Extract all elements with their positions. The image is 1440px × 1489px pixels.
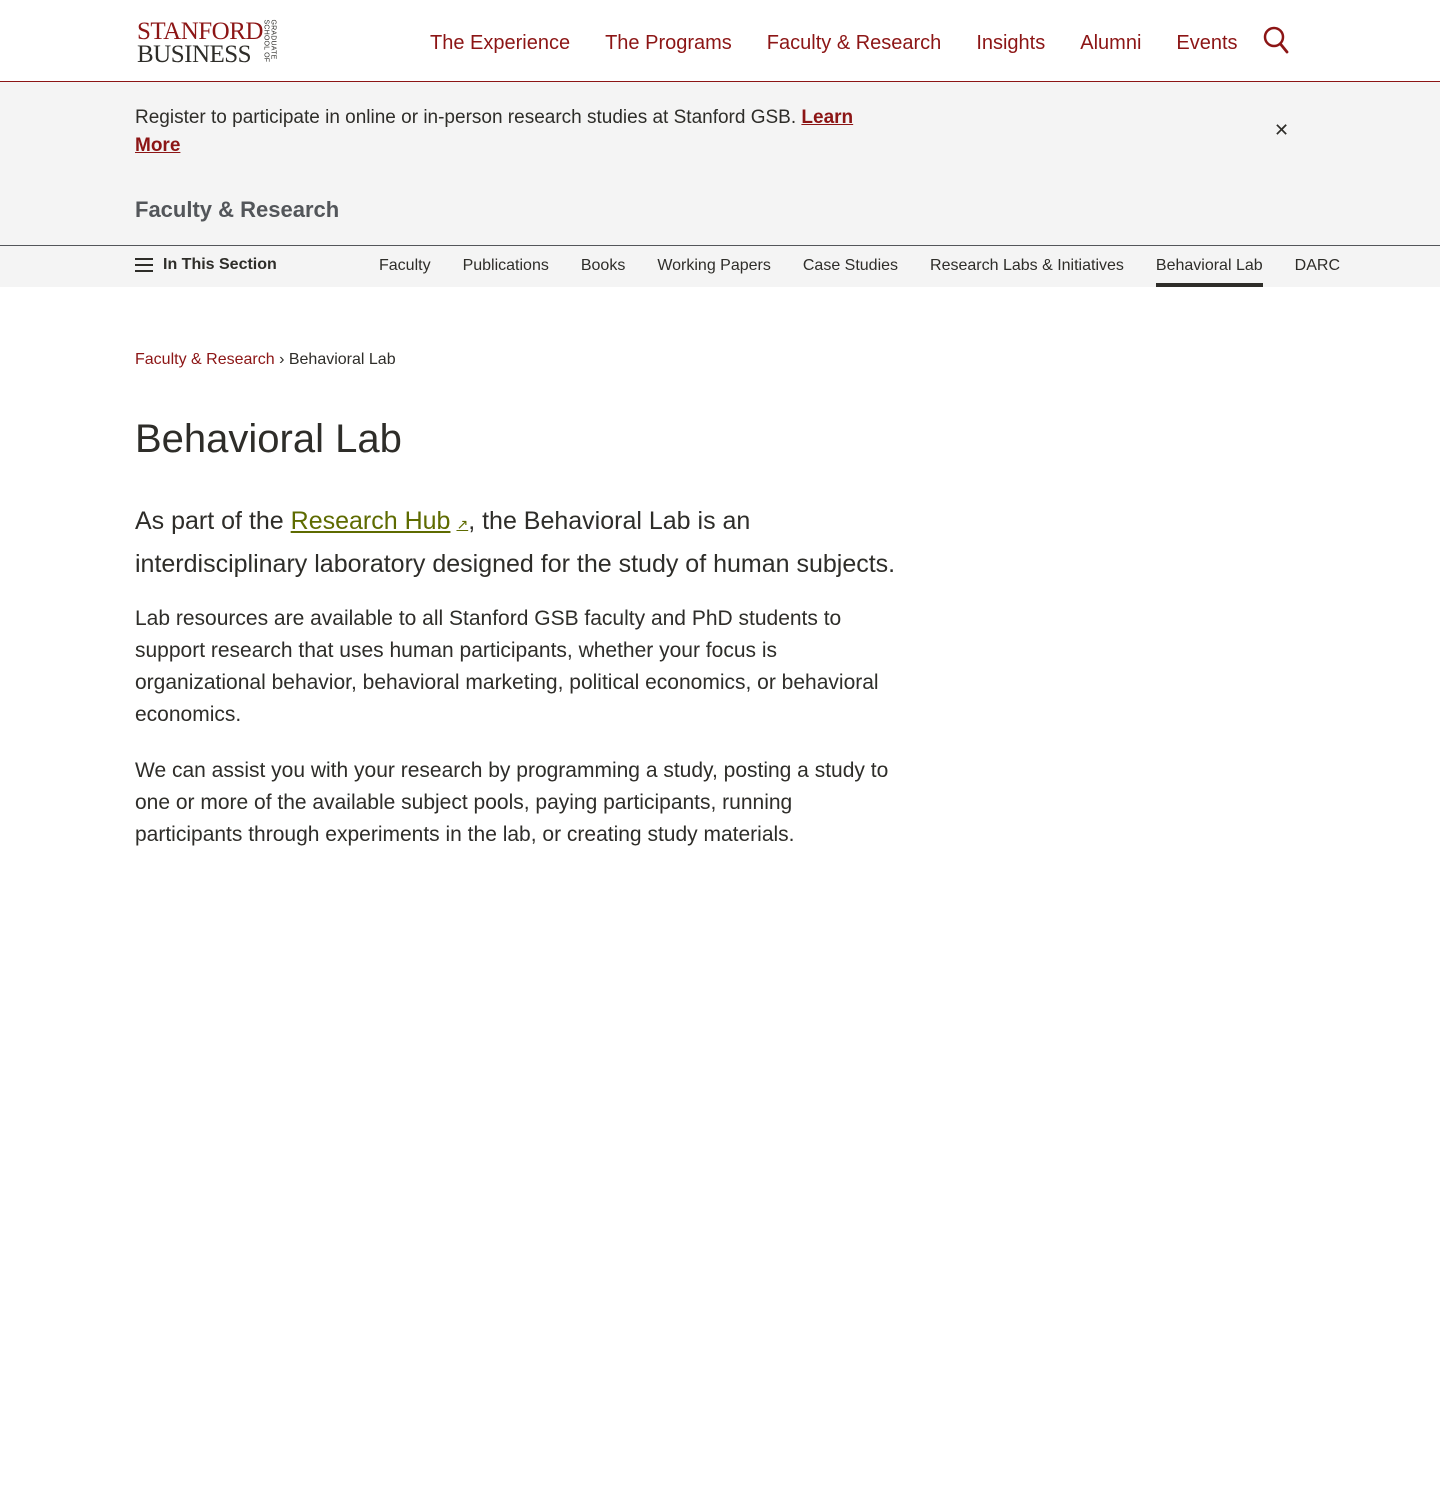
close-icon[interactable]: ✕: [1274, 120, 1289, 140]
subnav-item-faculty[interactable]: Faculty: [379, 246, 431, 287]
logo-line-stanford: STANFORD: [137, 18, 263, 45]
logo-vertical-line1: GRADUATE: [269, 19, 277, 60]
notice-text: Register to participate in online or in-…: [135, 104, 875, 160]
subnav-item-behavioral-lab[interactable]: Behavioral Lab: [1155, 246, 1263, 287]
nav-alumni[interactable]: Alumni: [1080, 30, 1141, 56]
breadcrumb-parent-link[interactable]: Faculty & Research: [135, 351, 275, 368]
research-notice-banner: Register to participate in online or in-…: [0, 82, 1440, 246]
hamburger-menu-icon: [135, 258, 153, 272]
research-hub-link[interactable]: Research Hub: [291, 507, 451, 535]
subnav-item-darc[interactable]: DARC: [1295, 246, 1340, 287]
body-paragraph-1: Lab resources are available to all Stanf…: [135, 607, 879, 726]
site-header: STANFORD BUSINESS GRADUATE SCHOOL OF The…: [0, 0, 1440, 82]
lead-paragraph: As part of the Research Hub ↗, the Behavi…: [135, 501, 905, 584]
subnav-item-case-studies[interactable]: Case Studies: [803, 246, 898, 287]
nav-the-experience[interactable]: The Experience: [430, 30, 570, 56]
logo-vertical-text: GRADUATE SCHOOL OF: [262, 19, 280, 67]
nav-faculty-research[interactable]: Faculty & Research: [767, 30, 942, 56]
nav-the-programs[interactable]: The Programs: [605, 30, 732, 56]
logo-line-business: BUSINESS: [137, 41, 252, 68]
lead-prefix: As part of the: [135, 507, 284, 535]
logo-wordmark: STANFORD BUSINESS: [137, 18, 263, 68]
logo-vertical-line2: SCHOOL OF: [262, 19, 270, 63]
subnav-item-research-labs[interactable]: Research Labs & Initiatives: [930, 246, 1124, 287]
external-link-icon: ↗: [456, 516, 469, 532]
stanford-gsb-logo[interactable]: STANFORD BUSINESS GRADUATE SCHOOL OF: [137, 18, 280, 68]
subnav-item-working-papers[interactable]: Working Papers: [657, 246, 771, 287]
subnav-item-publications[interactable]: Publications: [463, 246, 549, 287]
breadcrumb: Faculty & Research › Behavioral Lab: [135, 349, 396, 371]
breadcrumb-separator: ›: [279, 351, 285, 368]
in-this-section-label: In This Section: [163, 256, 277, 273]
search-icon[interactable]: [1262, 25, 1290, 55]
subnav-items: Faculty Publications Books Working Paper…: [379, 246, 1372, 287]
body-paragraph-2: We can assist you with your research by …: [135, 759, 889, 846]
nav-insights[interactable]: Insights: [976, 30, 1045, 56]
breadcrumb-current: Behavioral Lab: [288, 351, 396, 368]
main-nav: The Experience The Programs Faculty & Re…: [430, 30, 1238, 56]
in-this-section-toggle[interactable]: In This Section: [135, 254, 277, 276]
section-subnav: In This Section Faculty Publications Boo…: [0, 246, 1440, 287]
subnav-item-books[interactable]: Books: [581, 246, 625, 287]
nav-events[interactable]: Events: [1176, 30, 1237, 56]
notice-message: Register to participate in online or in-…: [135, 107, 797, 128]
page-title: Behavioral Lab: [135, 417, 402, 461]
section-title: Faculty & Research: [135, 197, 340, 222]
